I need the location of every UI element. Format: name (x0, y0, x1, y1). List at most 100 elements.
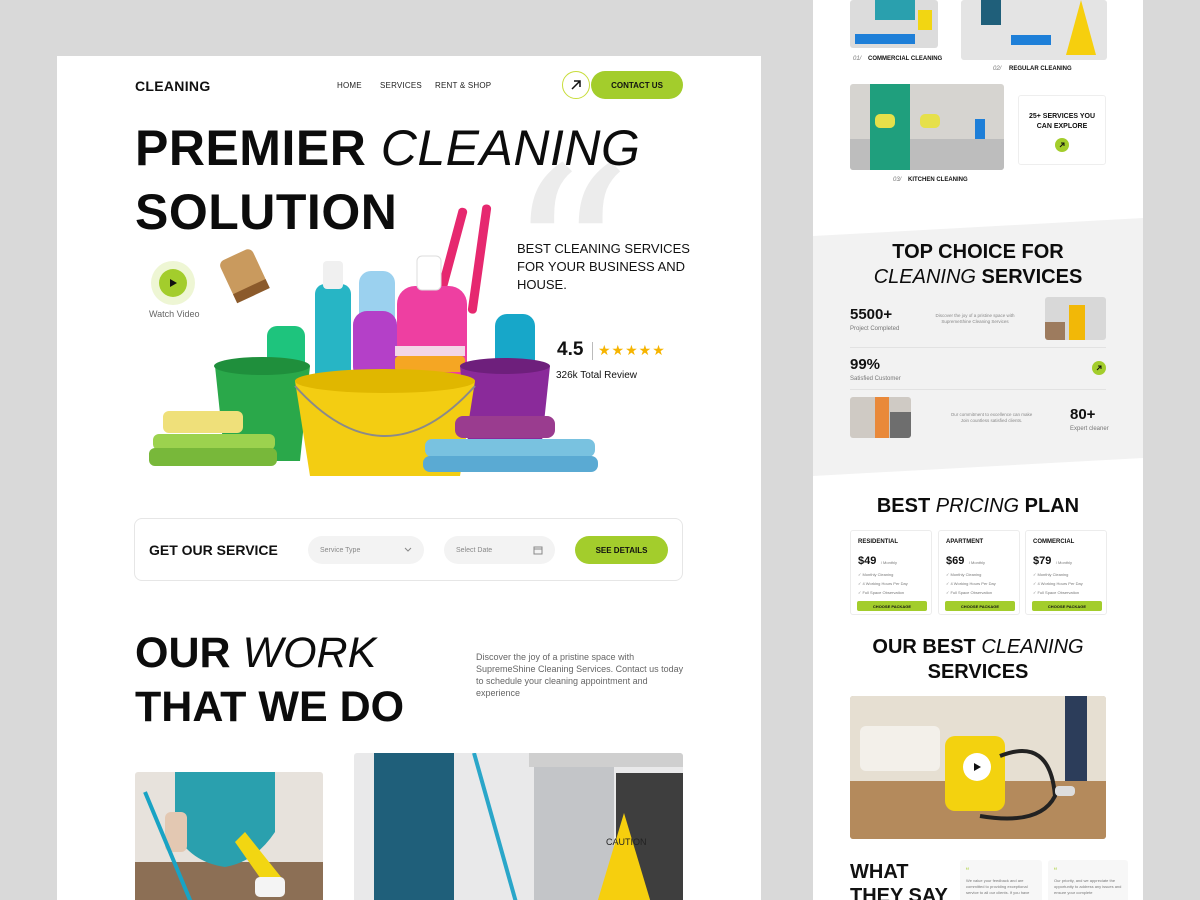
top-choice-title-line1: TOP CHOICE FOR (892, 241, 1064, 263)
gallery-num-2: 02/ (993, 66, 1002, 72)
service-type-placeholder: Service Type (320, 546, 361, 554)
stat-photo-1 (1045, 297, 1106, 340)
plan-name: COMMERCIAL (1033, 539, 1075, 545)
gallery-photo-kitchen[interactable] (850, 84, 1004, 170)
arrow-up-right-icon (571, 80, 581, 90)
nav-services[interactable]: SERVICES (380, 81, 422, 90)
work-photo-regular[interactable]: CAUTION (354, 753, 683, 900)
total-reviews: 326k Total Review (556, 370, 637, 381)
plan-feature: ✓ Full Space Observation (946, 590, 993, 595)
pricing-title-bold: BEST (876, 495, 931, 517)
plan-price: $79 (1033, 555, 1052, 567)
play-icon (974, 763, 981, 771)
testimonial-card: “ Our priority, and we appreciate the op… (1048, 860, 1128, 900)
rating-divider (592, 342, 593, 360)
hero-title-italic: CLEANING (380, 120, 641, 176)
top-choice-blurb-2: Our commitment to excellence can make Jo… (950, 412, 1033, 423)
vacuum-video-thumbnail[interactable] (850, 696, 1106, 839)
plan-feature: ✓ Monthly Cleaning (1033, 572, 1069, 577)
best-services-title-italic: CLEANING (981, 636, 1084, 658)
svg-text:CAUTION: CAUTION (606, 837, 647, 847)
service-type-select[interactable]: Service Type (308, 536, 424, 564)
plan-feature: ✓ Monthly Cleaning (946, 572, 982, 577)
plan-period: / Monthly (880, 560, 898, 565)
price-card-commercial: COMMERCIAL $79 / Monthly ✓ Monthly Clean… (1025, 530, 1107, 615)
landing-page-secondary: 01/ COMMERCIAL CLEANING 02/ REGULAR CLEA… (813, 0, 1143, 900)
gallery-photo-regular[interactable] (961, 0, 1107, 60)
pricing-title-end: PLAN (1024, 495, 1080, 517)
best-services-title-bold: OUR BEST (872, 636, 976, 658)
watch-video-button[interactable] (151, 261, 195, 305)
pricing-title-italic: PRICING (935, 495, 1020, 517)
top-choice-title-italic: CLEANING (873, 266, 976, 288)
play-icon (170, 279, 177, 287)
hero-title-line1: PREMIER CLEANING (135, 123, 640, 173)
choose-package-button[interactable]: CHOOSE PACKAGE (945, 601, 1015, 611)
testimonial-text: Our priority, and we appreciate the oppo… (1054, 878, 1122, 895)
stat-satisfied-label: Satisfied Customer (850, 376, 901, 382)
date-select[interactable]: Select Date (444, 536, 555, 564)
explore-services-card[interactable]: 25+ SERVICES YOU CAN EXPLORE (1018, 95, 1106, 165)
arrow-button[interactable] (562, 71, 590, 99)
stat-experts-value: 80+ (1070, 406, 1096, 423)
top-choice-title: TOP CHOICE FOR CLEANING SERVICES (813, 240, 1143, 290)
testimonials-title: WHAT THEY SAY (850, 860, 948, 900)
plan-feature: ✓ 4 Working Hours Per Day (946, 581, 996, 586)
arrow-up-right-icon[interactable] (1092, 361, 1106, 375)
chevron-down-icon (404, 547, 412, 552)
plan-price: $49 (858, 555, 877, 567)
contact-us-button[interactable]: CONTACT US (591, 71, 683, 99)
brand-logo[interactable]: CLEANING (135, 78, 211, 94)
stat-divider (850, 389, 1106, 390)
landing-page-main: CLEANING HOME SERVICES RENT & SHOP CONTA… (57, 56, 761, 900)
watch-video-label: Watch Video (149, 309, 200, 319)
play-video-button[interactable] (963, 753, 991, 781)
stat-projects-value: 5500+ (850, 306, 893, 323)
gallery-label-1: COMMERCIAL CLEANING (868, 56, 943, 62)
stat-experts-label: Expert cleaner (1070, 426, 1109, 432)
plan-feature: ✓ 4 Working Hours Per Day (1033, 581, 1083, 586)
work-title-line2: THAT WE DO (135, 683, 405, 731)
hero-title-bold: PREMIER (135, 120, 367, 176)
quote-icon: “ (1054, 866, 1057, 876)
choose-package-button[interactable]: CHOOSE PACKAGE (1032, 601, 1102, 611)
testimonial-card: “ We value your feedback and are committ… (960, 860, 1042, 900)
plan-period: / Monthly (1055, 560, 1073, 565)
nav-home[interactable]: HOME (337, 81, 362, 90)
gallery-num-3: 03/ (893, 177, 902, 183)
gallery-label-2: REGULAR CLEANING (1009, 66, 1072, 72)
stat-divider (850, 347, 1106, 348)
explore-services-text: 25+ SERVICES YOU CAN EXPLORE (1028, 113, 1096, 130)
testimonials-title-line1: WHAT (850, 861, 909, 883)
see-details-button[interactable]: SEE DETAILS (575, 536, 668, 564)
date-placeholder: Select Date (456, 546, 493, 554)
nav-rent-shop[interactable]: RENT & SHOP (435, 81, 491, 90)
rating-value: 4.5 (557, 339, 584, 360)
cleaning-supplies-image (149, 204, 598, 476)
testimonial-text: We value your feedback and are committed… (966, 878, 1030, 895)
calendar-icon (533, 546, 543, 555)
plan-price: $69 (946, 555, 965, 567)
price-card-residential: RESIDENTIAL $49 / Monthly ✓ Monthly Clea… (850, 530, 932, 615)
price-card-apartment: APARTMENT $69 / Monthly ✓ Monthly Cleani… (938, 530, 1020, 615)
plan-feature: ✓ 4 Working Hours Per Day (858, 581, 908, 586)
stat-projects-label: Project Completed (850, 326, 900, 332)
stat-photo-2 (850, 397, 911, 438)
plan-period: / Monthly (968, 560, 986, 565)
arrow-up-right-icon[interactable] (1055, 138, 1069, 152)
top-choice-blurb-1: Discover the joy of a pristine space wit… (935, 313, 1015, 324)
testimonials-title-line2: THEY SAY (850, 885, 948, 900)
service-bar-title: GET OUR SERVICE (149, 542, 278, 558)
work-photo-commercial[interactable] (135, 772, 323, 900)
work-section-title: OUR WORK THAT WE DO (135, 626, 404, 734)
plan-feature: ✓ Full Space Observation (858, 590, 905, 595)
gallery-num-1: 01/ (853, 56, 862, 62)
work-title-italic: WORK (242, 629, 377, 677)
work-title-bold: OUR (135, 629, 231, 677)
choose-package-button[interactable]: CHOOSE PACKAGE (857, 601, 927, 611)
best-services-title: OUR BEST CLEANING SERVICES (813, 635, 1143, 685)
plan-name: APARTMENT (946, 539, 984, 545)
gallery-photo-commercial[interactable] (850, 0, 938, 48)
top-choice-title-bold: SERVICES (981, 266, 1083, 288)
pricing-title: BEST PRICING PLAN (813, 494, 1143, 519)
